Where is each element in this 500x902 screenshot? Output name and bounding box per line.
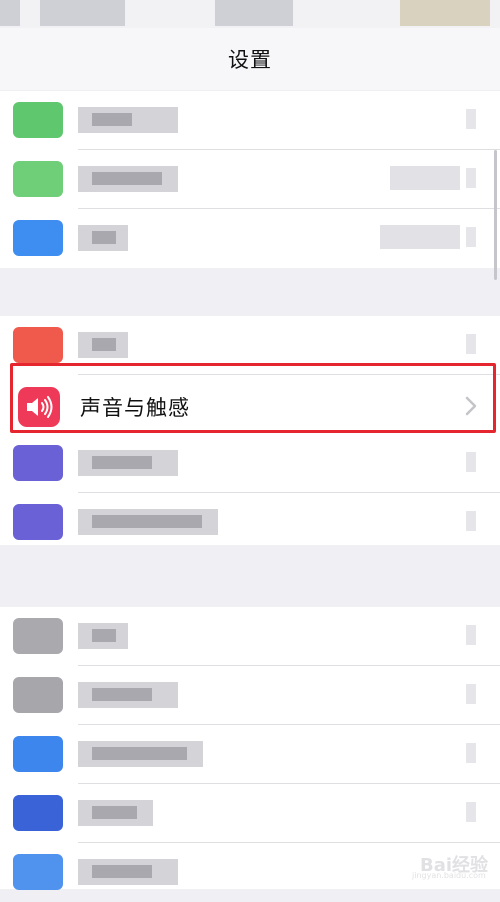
status-bar	[0, 0, 500, 28]
status-blur	[400, 0, 490, 26]
blurred-label	[78, 859, 178, 885]
chevron-right-icon	[466, 227, 476, 247]
highlight-box	[10, 363, 496, 433]
status-blur	[215, 0, 293, 26]
section-gap	[0, 268, 500, 316]
blurred-label	[78, 623, 128, 649]
app-icon	[13, 618, 63, 654]
blurred-value	[390, 166, 460, 190]
app-icon	[13, 327, 63, 363]
settings-row[interactable]	[0, 725, 500, 784]
settings-group-3	[0, 607, 500, 890]
chevron-right-icon	[466, 168, 476, 188]
settings-group-1	[0, 91, 500, 268]
blurred-label	[78, 450, 178, 476]
blurred-label	[78, 682, 178, 708]
navigation-bar: 设置	[0, 28, 500, 91]
app-icon	[13, 504, 63, 540]
settings-row[interactable]	[0, 784, 500, 843]
watermark-url: jingyan.baidu.com	[412, 871, 486, 880]
app-icon	[13, 161, 63, 197]
app-icon	[13, 854, 63, 890]
blurred-label	[78, 166, 178, 192]
scrollbar[interactable]	[494, 150, 497, 280]
app-icon	[13, 677, 63, 713]
status-blur	[40, 0, 125, 26]
app-icon	[13, 736, 63, 772]
settings-row[interactable]	[0, 434, 500, 493]
app-icon	[13, 795, 63, 831]
app-icon	[13, 445, 63, 481]
app-icon	[13, 102, 63, 138]
blurred-label	[78, 741, 203, 767]
blurred-label	[78, 107, 178, 133]
chevron-right-icon	[466, 452, 476, 472]
settings-row[interactable]	[0, 91, 500, 150]
chevron-right-icon	[466, 684, 476, 704]
section-gap	[0, 545, 500, 607]
blurred-value	[380, 225, 460, 249]
chevron-right-icon	[466, 109, 476, 129]
chevron-right-icon	[466, 743, 476, 763]
chevron-right-icon	[466, 334, 476, 354]
page-title: 设置	[228, 48, 272, 72]
blurred-label	[78, 225, 128, 251]
settings-row[interactable]	[0, 150, 500, 209]
watermark: Bai经验 jingyan.baidu.com	[382, 849, 492, 883]
blurred-label	[78, 332, 128, 358]
blurred-label	[78, 509, 218, 535]
blurred-label	[78, 800, 153, 826]
chevron-right-icon	[466, 511, 476, 531]
settings-row[interactable]	[0, 209, 500, 268]
chevron-right-icon	[466, 625, 476, 645]
settings-row[interactable]	[0, 607, 500, 666]
app-icon	[13, 220, 63, 256]
status-blur	[0, 0, 20, 26]
chevron-right-icon	[466, 802, 476, 822]
settings-row[interactable]	[0, 493, 500, 552]
settings-row[interactable]	[0, 666, 500, 725]
